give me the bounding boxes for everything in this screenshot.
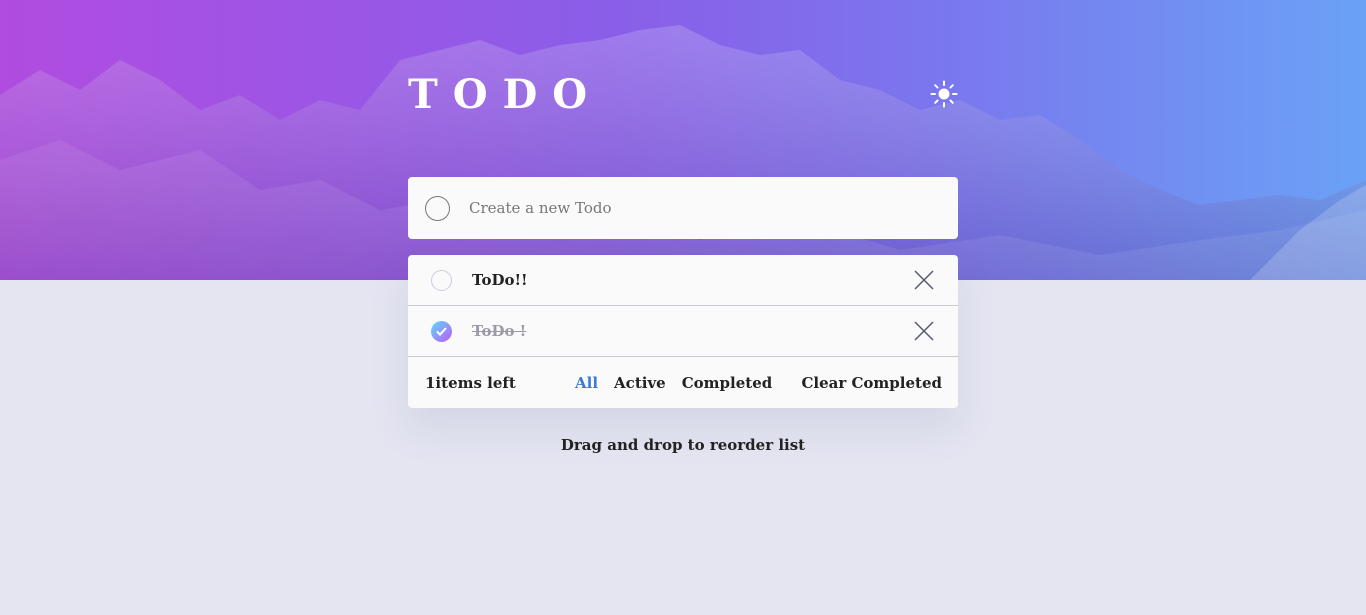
filter-group: All Active Completed — [575, 374, 801, 392]
todo-text: ToDo ! — [472, 322, 527, 340]
todo-checkbox[interactable] — [431, 269, 452, 291]
list-footer: 1items left All Active Completed Clear C… — [408, 357, 958, 408]
theme-toggle-button[interactable] — [930, 80, 958, 108]
items-left-count: 1items left — [425, 373, 516, 392]
filter-all[interactable]: All — [575, 374, 598, 392]
check-icon — [436, 326, 447, 336]
todo-checkbox-checked[interactable] — [431, 320, 452, 342]
reorder-hint: Drag and drop to reorder list — [560, 436, 806, 454]
todo-list: ToDo!! ToDo ! 1items left All Active Com… — [408, 255, 958, 408]
clear-completed-button[interactable]: Clear Completed — [801, 374, 942, 392]
app-title: TODO — [408, 70, 603, 118]
todo-text: ToDo!! — [472, 271, 528, 289]
header: TODO — [408, 70, 958, 118]
sun-icon — [930, 80, 958, 108]
todo-item[interactable]: ToDo!! — [408, 255, 958, 306]
new-todo-input[interactable] — [469, 199, 889, 217]
cross-icon[interactable] — [913, 269, 935, 291]
new-todo-circle-icon — [425, 195, 450, 221]
new-todo-form — [408, 177, 958, 239]
filter-completed[interactable]: Completed — [682, 374, 773, 392]
filter-active[interactable]: Active — [614, 374, 666, 392]
todo-item[interactable]: ToDo ! — [408, 306, 958, 357]
cross-icon[interactable] — [913, 320, 935, 342]
